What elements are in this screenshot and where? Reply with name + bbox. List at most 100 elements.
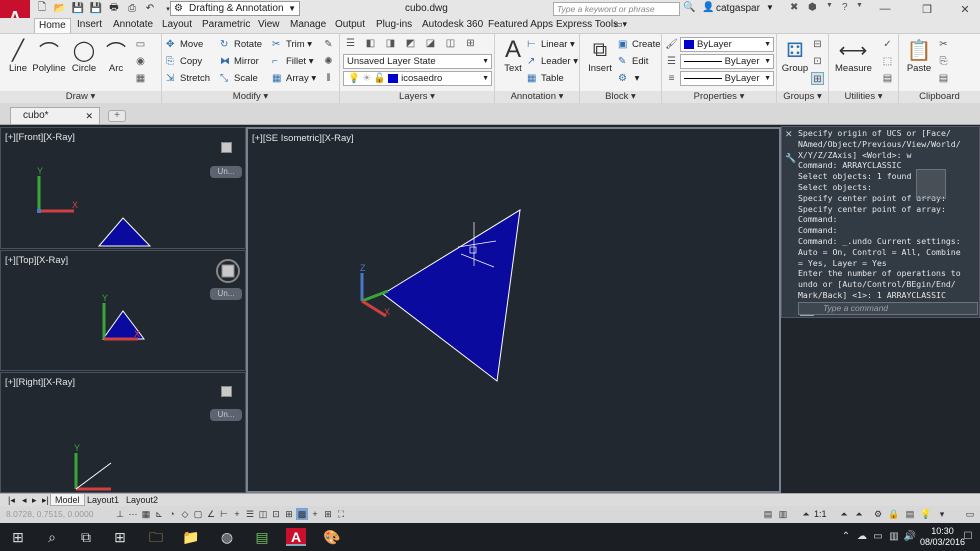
linetype-dropdown[interactable]: ByLayer ▼	[680, 54, 774, 69]
auto-scale-icon[interactable]: ⏶	[853, 508, 865, 520]
ungroup-icon[interactable]: ⊟	[811, 38, 824, 51]
infer-constraints-icon[interactable]: ⊥	[114, 508, 126, 520]
tab-output[interactable]: Output	[331, 18, 369, 33]
lineweight-dropdown[interactable]: ByLayer ▼	[680, 71, 774, 86]
layer-dropdown[interactable]: 💡 ☀ 🔓 icosaedro ▼	[343, 71, 492, 86]
gradient-icon[interactable]: ▦	[134, 72, 147, 85]
rotate-button[interactable]: ↻ Rotate	[220, 37, 262, 52]
clean-screen-icon[interactable]: ▭	[964, 508, 976, 520]
tab-layout2[interactable]: Layout2	[122, 494, 162, 506]
hardware-accel-icon[interactable]: ▤	[904, 508, 916, 520]
annotation-scale-icon[interactable]: ⏶	[800, 508, 812, 520]
tab-express-tools[interactable]: Express Tools	[552, 18, 622, 33]
binoculars-search-icon[interactable]: 🔍	[683, 2, 697, 16]
print-icon[interactable]: ⎙	[124, 1, 140, 16]
tab-home[interactable]: Home	[34, 18, 71, 33]
insert-button[interactable]: ⧉ Insert	[584, 37, 616, 75]
offset-icon[interactable]: ⫴	[322, 72, 335, 85]
quick-properties-icon[interactable]: ⊡	[270, 508, 282, 520]
create-block-button[interactable]: ▣ Create	[618, 37, 661, 52]
transparency-icon[interactable]: ◫	[257, 508, 269, 520]
selection-cycling-icon[interactable]: ⊞	[283, 508, 295, 520]
tab-model[interactable]: Model	[50, 494, 85, 506]
tab-nav-first-icon[interactable]: |◂	[4, 494, 19, 506]
match-properties-icon[interactable]: 🖌	[665, 38, 678, 51]
ortho-mode-icon[interactable]: ⊾	[153, 508, 165, 520]
lock-ui-icon[interactable]: 🔒	[888, 508, 900, 520]
clipboard-panel-title[interactable]: Clipboard	[899, 91, 980, 103]
tab-view[interactable]: View	[254, 18, 284, 33]
quick-view-drawings-icon[interactable]: ▥	[777, 508, 789, 520]
viewport-se-isometric[interactable]: [+][SE Isometric][X-Ray] Z X	[246, 127, 781, 493]
erase-icon[interactable]: ✎	[322, 38, 335, 51]
paste-button[interactable]: 📋 Paste	[903, 37, 935, 75]
task-view-icon[interactable]: ⧉	[76, 528, 96, 546]
layout-icon[interactable]: ⊞	[322, 508, 334, 520]
edit-block-button[interactable]: ✎ Edit	[618, 54, 648, 69]
chevron-down-icon[interactable]: ▼	[766, 3, 774, 12]
utilities-panel-title[interactable]: Utilities ▾	[829, 91, 898, 103]
hatch-icon[interactable]: ◉	[134, 55, 147, 68]
tab-insert[interactable]: Insert	[73, 18, 106, 33]
annotation-visibility-icon[interactable]: ⏶	[838, 508, 850, 520]
layer-tool-1-icon[interactable]: ◧	[364, 37, 377, 50]
open-file-icon[interactable]: 📂	[52, 1, 68, 16]
circle-button[interactable]: ◯ Circle	[68, 37, 100, 75]
cut-icon[interactable]: ✂	[937, 38, 950, 51]
layer-state-dropdown[interactable]: Unsaved Layer State ▼	[343, 54, 492, 69]
polyline-button[interactable]: ⌒ Polyline	[31, 37, 67, 75]
object-snap-tracking-icon[interactable]: ∠	[205, 508, 217, 520]
help-icon[interactable]: ?	[842, 2, 848, 13]
plot-icon[interactable]: 🖶	[106, 1, 122, 16]
file-tab-cubo[interactable]: cubo* ✕	[10, 107, 100, 124]
layer-properties-icon[interactable]: ☰	[344, 37, 357, 50]
polar-tracking-icon[interactable]: ◔	[166, 508, 178, 520]
trim-button[interactable]: ✂ Trim ▾	[272, 37, 312, 52]
tab-plug-ins[interactable]: Plug-ins	[372, 18, 416, 33]
triangle-isometric[interactable]	[382, 209, 521, 382]
line-button[interactable]: ╱ Line	[2, 37, 34, 75]
modify-panel-title[interactable]: Modify ▾	[162, 91, 339, 103]
model-space-icon[interactable]: ▩	[296, 508, 308, 520]
wrench-icon[interactable]: 🔧	[785, 153, 796, 164]
calculator-icon[interactable]: ▤	[881, 72, 894, 85]
restore-button[interactable]: ❐	[912, 0, 942, 18]
quick-select-icon[interactable]: ✓	[881, 38, 894, 51]
table-button[interactable]: ▦ Table	[527, 71, 564, 86]
exchange-icon[interactable]: ✖	[790, 2, 798, 13]
windows-store-icon[interactable]: ⊞	[110, 528, 130, 546]
arc-button[interactable]: ⌒ Arc	[100, 37, 132, 75]
fillet-button[interactable]: ⌐ Fillet ▾	[272, 54, 313, 69]
mirror-button[interactable]: ⧓ Mirror	[220, 54, 259, 69]
annotation-scale-value[interactable]: 1:1	[814, 509, 827, 519]
chrome-icon[interactable]: ◍	[217, 528, 237, 546]
ucs-dynamic-icon[interactable]: ⊢	[218, 508, 230, 520]
isolate-objects-icon[interactable]: 💡	[920, 508, 932, 520]
scale-button[interactable]: ⤡ Scale	[220, 71, 258, 86]
layer-tool-6-icon[interactable]: ⊞	[464, 37, 477, 50]
autocad-taskbar-icon[interactable]: A	[286, 528, 306, 546]
leader-button[interactable]: ↗ Leader ▾	[527, 54, 578, 69]
file-explorer-icon[interactable]: 📁	[181, 528, 201, 546]
tab-parametric[interactable]: Parametric	[198, 18, 254, 33]
command-input[interactable]: Type a command	[798, 302, 978, 315]
coordinate-readout[interactable]: 8.0728, 0.7515, 0.0000	[6, 509, 93, 519]
block-attributes-button[interactable]: ⚙ ▾	[618, 71, 639, 86]
undo-icon[interactable]: ↶	[142, 1, 158, 16]
tab-layout1[interactable]: Layout1	[83, 494, 123, 506]
layers-panel-title[interactable]: Layers ▾	[340, 91, 494, 103]
save-as-icon[interactable]: 💾	[88, 1, 104, 16]
cortana-search-icon[interactable]: ⌕	[42, 528, 62, 546]
stretch-button[interactable]: ⇲ Stretch	[166, 71, 210, 86]
autodesk-360-icon[interactable]: ⬢	[808, 2, 817, 13]
triangle-edge[interactable]	[75, 462, 112, 490]
color-dropdown[interactable]: ByLayer ▼	[680, 37, 774, 52]
3d-object-snap-icon[interactable]: ▢	[192, 508, 204, 520]
save-icon[interactable]: 💾	[70, 1, 86, 16]
username[interactable]: catgaspar	[716, 3, 760, 14]
layer-tool-5-icon[interactable]: ◫	[444, 37, 457, 50]
tab-layout[interactable]: Layout	[158, 18, 196, 33]
rectangle-icon[interactable]: ▭	[134, 38, 147, 51]
status-menu-icon[interactable]: ▾	[936, 508, 948, 520]
volume-icon[interactable]: 🔊	[900, 528, 920, 546]
